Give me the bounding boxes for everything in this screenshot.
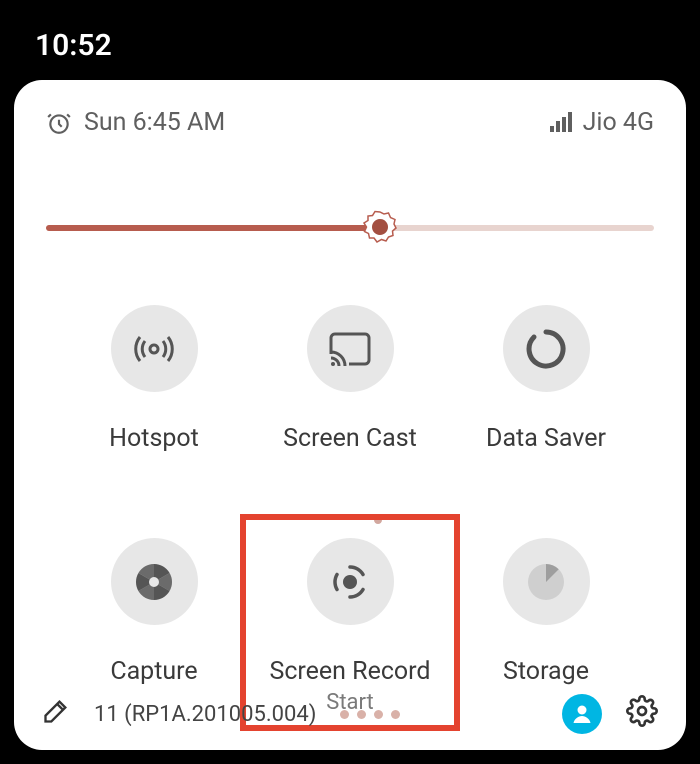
build-label: 11 (RP1A.201005.004) xyxy=(94,702,316,727)
signal-icon xyxy=(549,112,573,134)
device-time: 10:52 xyxy=(35,28,112,63)
tile-hotspot[interactable]: Hotspot xyxy=(56,305,252,453)
brightness-slider[interactable] xyxy=(14,197,686,257)
tile-data-saver[interactable]: Data Saver xyxy=(448,305,644,453)
hotspot-icon xyxy=(111,305,198,392)
carrier-label: Jio 4G xyxy=(583,108,654,137)
alarm-time-label: Sun 6:45 AM xyxy=(84,108,225,137)
settings-icon[interactable] xyxy=(626,695,658,733)
storage-icon xyxy=(503,538,590,625)
tile-screen-cast[interactable]: Screen Cast xyxy=(252,305,448,453)
screen-record-icon xyxy=(307,538,394,625)
quick-settings-panel: Sun 6:45 AM Jio 4G xyxy=(14,80,686,750)
page-dots[interactable] xyxy=(340,710,400,719)
status-bar: Sun 6:45 AM Jio 4G xyxy=(14,80,686,137)
screen-cast-icon xyxy=(307,305,394,392)
footer-bar: 11 (RP1A.201005.004) xyxy=(14,678,686,750)
capture-icon xyxy=(111,538,198,625)
page-indicator-dot xyxy=(374,516,382,524)
tile-label: Screen Cast xyxy=(283,424,417,453)
edit-icon[interactable] xyxy=(42,697,70,731)
tile-label: Hotspot xyxy=(109,424,199,453)
slider-thumb[interactable] xyxy=(363,210,397,244)
status-left: Sun 6:45 AM xyxy=(46,108,225,137)
tile-label: Data Saver xyxy=(486,424,606,453)
alarm-icon xyxy=(46,110,72,136)
status-right: Jio 4G xyxy=(549,108,654,137)
tiles-grid: Hotspot Screen Cast Data Saver xyxy=(14,257,686,715)
data-saver-icon xyxy=(503,305,590,392)
slider-fill xyxy=(46,225,380,231)
user-avatar[interactable] xyxy=(562,694,602,734)
